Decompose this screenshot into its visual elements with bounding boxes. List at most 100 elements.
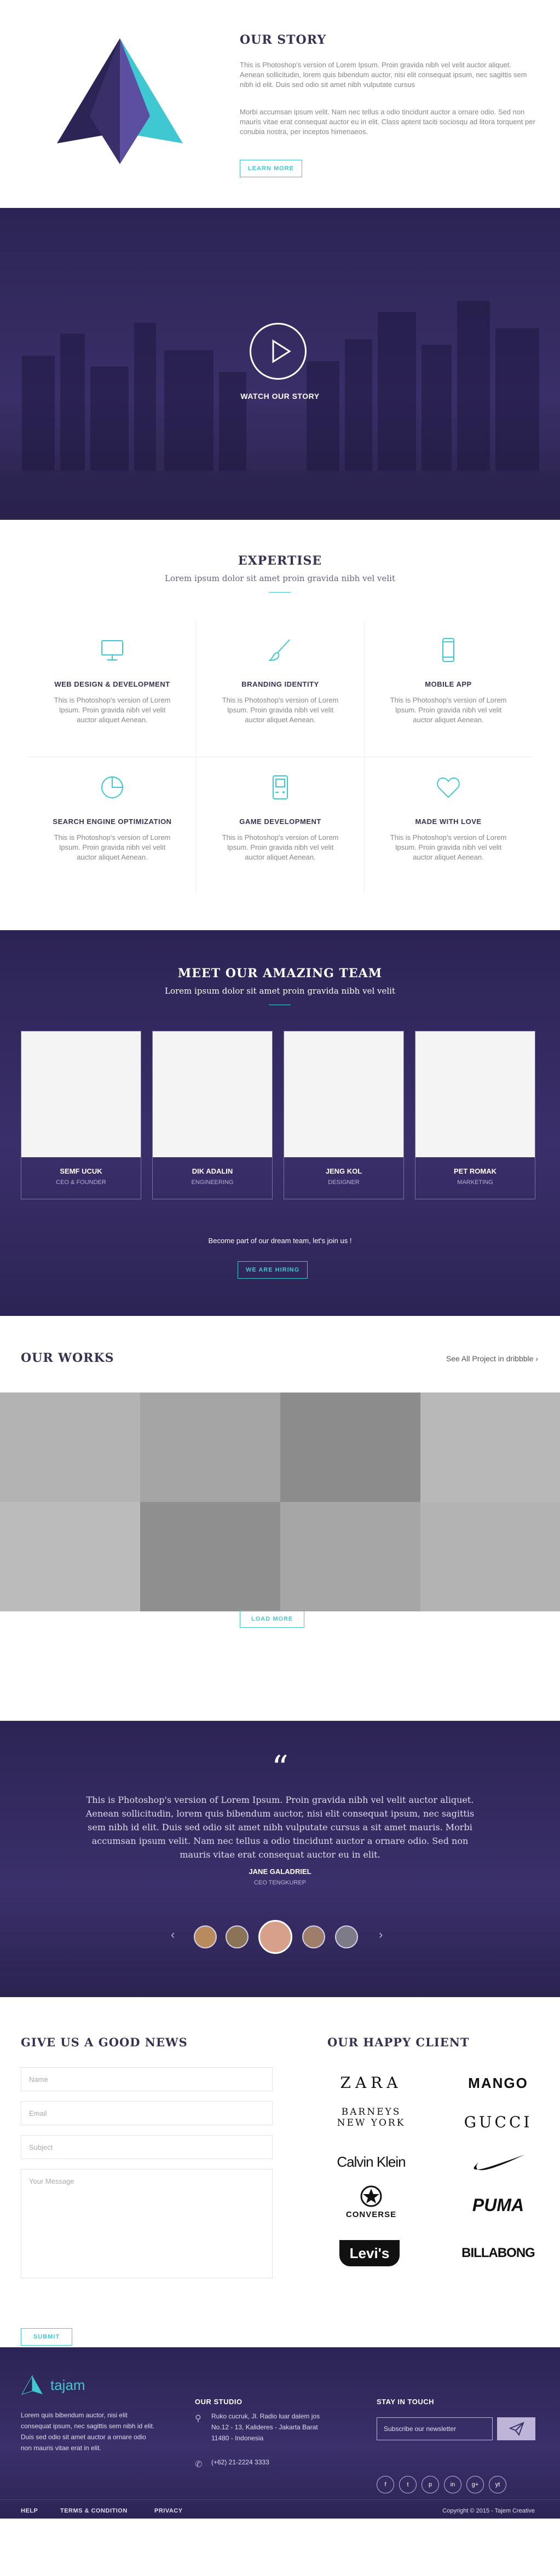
- portfolio-tile[interactable]: [0, 1393, 140, 1502]
- story-paragraph-1: This is Photoshop's version of Lorem Ips…: [240, 61, 527, 89]
- message-field[interactable]: Your Message: [21, 2169, 273, 2278]
- member-role: ENGINEERING: [191, 1179, 234, 1186]
- chevron-left-icon[interactable]: ‹: [171, 1928, 175, 1942]
- gameboy-icon: [273, 775, 288, 799]
- member-name: DIK ADALIN: [192, 1167, 233, 1175]
- story-paragraph-2: Morbi accumsan ipsum velit. Nam nec tell…: [240, 108, 535, 136]
- google-plus-icon[interactable]: g+: [466, 2476, 484, 2493]
- testimonial-section: “ This is Photoshop's version of Lorem I…: [0, 1721, 560, 1997]
- member-photo: [21, 1031, 141, 1157]
- instagram-icon[interactable]: in: [444, 2476, 461, 2493]
- member-name: JENG KOL: [325, 1167, 362, 1175]
- client-logo-mango: MANGO: [468, 2075, 528, 2091]
- client-logo-barneys: BARNEYS NEW YORK: [337, 2107, 406, 2128]
- terms-link[interactable]: TERMS & CONDITION: [60, 2508, 128, 2514]
- works-section: OUR WORKS See All Project in dribbble › …: [0, 1316, 560, 1721]
- subject-field[interactable]: Subject: [21, 2135, 273, 2159]
- expertise-item: MOBILE APP This is Photoshop's version o…: [365, 620, 532, 757]
- studio-title: OUR STUDIO: [195, 2398, 243, 2406]
- pinterest-icon[interactable]: p: [422, 2476, 439, 2493]
- touch-title: STAY IN TOUCH: [377, 2398, 434, 2406]
- expertise-item-text: This is Photoshop's version of Lorem Ips…: [390, 696, 507, 724]
- studio-phone: (+62) 21-2224 3333: [211, 2458, 269, 2466]
- avatar[interactable]: [194, 1925, 217, 1948]
- hiring-button[interactable]: WE ARE HIRING: [238, 1261, 308, 1279]
- portfolio-tile[interactable]: [140, 1502, 280, 1611]
- avatar[interactable]: [302, 1925, 325, 1948]
- paper-plane-icon: [509, 2422, 524, 2436]
- expertise-item: WEB DESIGN & DEVELOPMENT This is Photosh…: [28, 620, 196, 757]
- expertise-item: GAME DEVELOPMENT This is Photoshop's ver…: [197, 757, 364, 894]
- clients-title: OUR HAPPY CLIENT: [327, 2035, 470, 2049]
- member-photo: [415, 1031, 535, 1157]
- member-name: PET ROMAK: [454, 1167, 497, 1175]
- member-photo: [153, 1031, 272, 1157]
- expertise-item-text: This is Photoshop's version of Lorem Ips…: [222, 696, 339, 724]
- contact-section: GIVE US A GOOD NEWS Name Email Subject Y…: [0, 1997, 560, 2347]
- team-member-card[interactable]: SEMF UCUK CEO & FOUNDER: [21, 1031, 141, 1199]
- expertise-item-text: This is Photoshop's version of Lorem Ips…: [390, 833, 507, 861]
- avatar[interactable]: [335, 1925, 358, 1948]
- team-member-card[interactable]: DIK ADALIN ENGINEERING: [152, 1031, 273, 1199]
- play-icon: [272, 339, 291, 363]
- expertise-section: EXPERTISE Lorem ipsum dolor sit amet pro…: [0, 520, 560, 930]
- join-text: Become part of our dream team, let's joi…: [208, 1237, 352, 1245]
- team-title: MEET OUR AMAZING TEAM: [177, 966, 383, 980]
- see-all-label: See All Project in dribbble: [446, 1354, 534, 1363]
- expertise-item-title: MOBILE APP: [425, 680, 472, 688]
- expertise-item-title: BRANDING IDENTITY: [241, 680, 319, 688]
- location-icon: ⚲: [195, 2414, 201, 2423]
- expertise-item: SEARCH ENGINE OPTIMIZATION This is Photo…: [28, 757, 196, 894]
- name-field[interactable]: Name: [21, 2067, 273, 2091]
- footer-logo-text: tajam: [50, 2377, 85, 2393]
- team-section: MEET OUR AMAZING TEAM Lorem ipsum dolor …: [0, 930, 560, 1316]
- learn-more-button[interactable]: LEARN MORE: [240, 160, 302, 177]
- member-name: SEMF UCUK: [60, 1167, 102, 1175]
- portfolio-tile[interactable]: [420, 1393, 560, 1502]
- footer-about: Lorem quis bibendum auctor, nisi elit co…: [21, 2411, 155, 2452]
- client-logo-zara: ZARA: [340, 2074, 402, 2092]
- studio-address: Ruko cucruk, Jl. Radio luar dalem jos No…: [211, 2412, 320, 2442]
- brush-icon: [268, 639, 290, 662]
- expertise-item: MADE WITH LOVE This is Photoshop's versi…: [365, 757, 532, 894]
- team-member-card[interactable]: PET ROMAK MARKETING: [415, 1031, 535, 1199]
- youtube-icon[interactable]: yt: [489, 2476, 506, 2493]
- chevron-right-icon: ›: [535, 1354, 538, 1363]
- mobile-icon: [442, 638, 454, 662]
- monitor-icon: [101, 640, 123, 660]
- twitter-icon[interactable]: t: [399, 2476, 417, 2493]
- help-link[interactable]: HELP: [21, 2508, 38, 2514]
- send-button[interactable]: [497, 2417, 535, 2440]
- avatar-active[interactable]: [258, 1920, 292, 1954]
- privacy-link[interactable]: PRIVACY: [154, 2508, 183, 2514]
- expertise-item-title: SEARCH ENGINE OPTIMIZATION: [53, 817, 172, 826]
- portfolio-tile[interactable]: [280, 1393, 420, 1502]
- portfolio-tile[interactable]: [0, 1502, 140, 1611]
- testimonial-role: CEO TENGKUREP: [253, 1879, 307, 1886]
- client-logo-gucci: GUCCI: [464, 2113, 533, 2131]
- chevron-right-icon[interactable]: ›: [379, 1928, 383, 1942]
- converse-label: CONVERSE: [345, 2210, 397, 2219]
- expertise-item: BRANDING IDENTITY This is Photoshop's ve…: [197, 620, 364, 757]
- portfolio-tile[interactable]: [280, 1502, 420, 1611]
- team-member-card[interactable]: JENG KOL DESIGNER: [284, 1031, 404, 1199]
- expertise-title: EXPERTISE: [238, 554, 322, 568]
- submit-button[interactable]: SUBMIT: [21, 2328, 73, 2346]
- avatar[interactable]: [226, 1925, 249, 1948]
- load-more-button[interactable]: LOAD MORE: [240, 1610, 305, 1628]
- video-section: WATCH OUR STORY: [0, 208, 560, 520]
- client-logo-calvin-klein: Calvin Klein: [337, 2154, 406, 2170]
- play-button[interactable]: [250, 323, 307, 380]
- works-title: OUR WORKS: [21, 1351, 114, 1365]
- see-all-link[interactable]: See All Project in dribbble ›: [446, 1354, 538, 1363]
- email-field[interactable]: Email: [21, 2101, 273, 2125]
- testimonial-name: JANE GALADRIEL: [249, 1867, 311, 1876]
- expertise-item-title: WEB DESIGN & DEVELOPMENT: [54, 680, 170, 688]
- facebook-icon[interactable]: f: [377, 2476, 394, 2493]
- portfolio-tile[interactable]: [420, 1502, 560, 1611]
- divider: [269, 592, 291, 593]
- newsletter-input[interactable]: Subscribe our newsletter: [377, 2417, 493, 2440]
- portfolio-tile[interactable]: [140, 1393, 280, 1502]
- footer: tajam Lorem quis bibendum auctor, nisi e…: [0, 2347, 560, 2519]
- testimonial-text: This is Photoshop's version of Lorem Ips…: [85, 1795, 475, 1860]
